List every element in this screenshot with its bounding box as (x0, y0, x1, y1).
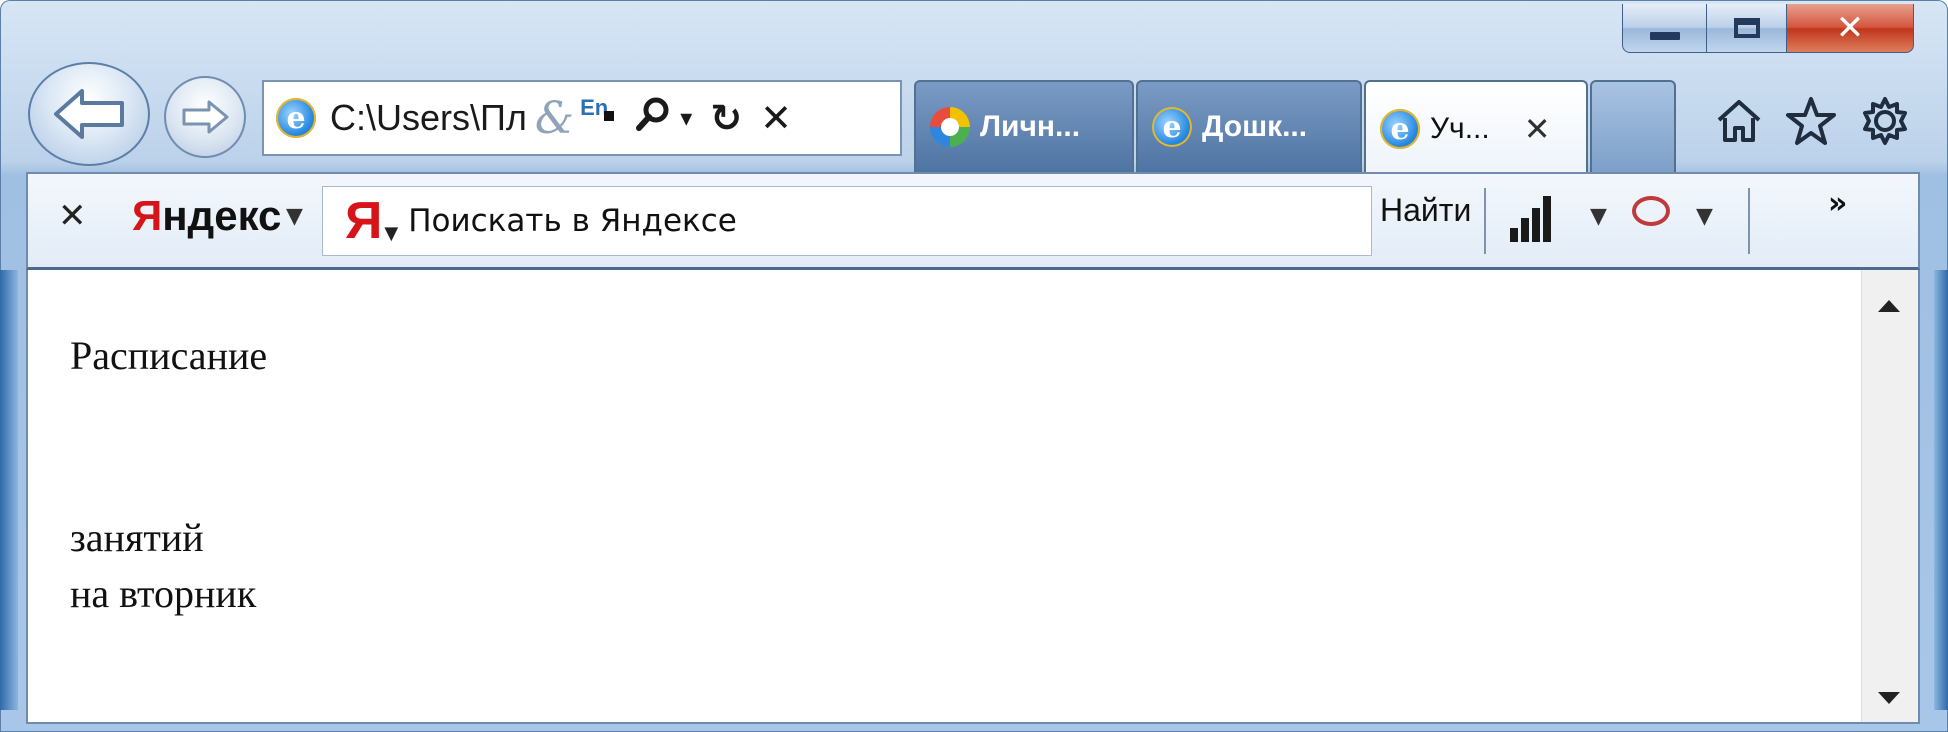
close-window-button[interactable]: ✕ (1786, 4, 1914, 53)
compatibility-icon[interactable]: & (535, 93, 574, 144)
yandex-toolbar: ✕ Яндекс ▼ Я ▼ Найти ▼ ▼ » (26, 172, 1920, 270)
page-content: Расписание занятий на вторник (26, 270, 1920, 724)
stop-icon[interactable]: ✕ (760, 96, 792, 140)
window-frame-left (0, 270, 18, 710)
search-icon[interactable] (636, 96, 670, 140)
yandex-search-icon: Я (345, 192, 383, 250)
toolbar-divider (1484, 188, 1486, 254)
close-tab-icon[interactable]: ✕ (1524, 110, 1551, 148)
toolbar-divider (1748, 188, 1750, 254)
back-arrow-icon (54, 89, 124, 139)
forward-arrow-icon (182, 100, 229, 134)
tab-label: Уч... (1430, 112, 1490, 145)
yandex-menu-dropdown-icon[interactable]: ▼ (286, 204, 303, 229)
settings-gear-icon[interactable] (1856, 92, 1914, 150)
search-engine-dropdown-icon[interactable]: ▼ (384, 223, 398, 244)
yandex-logo-button[interactable]: Яндекс (132, 192, 281, 240)
yandex-search-input[interactable] (408, 203, 1309, 239)
more-chevron-icon[interactable]: » (1828, 186, 1847, 221)
site-icon (930, 107, 970, 147)
new-tab-button[interactable] (1590, 80, 1676, 172)
yandex-logo-first-letter: Я (132, 192, 163, 239)
vertical-scrollbar[interactable] (1861, 270, 1918, 722)
back-button[interactable] (28, 62, 150, 166)
content-heading: Расписание (70, 333, 268, 378)
content-line-2: занятий (70, 515, 204, 560)
favorites-star-icon[interactable] (1782, 92, 1840, 150)
language-box-icon (604, 111, 615, 121)
home-icon[interactable] (1710, 92, 1768, 150)
tab-3-active[interactable]: e Уч... ✕ (1364, 80, 1588, 176)
notification-dropdown-icon[interactable]: ▼ (1696, 204, 1713, 229)
close-icon: ✕ (1835, 8, 1865, 48)
address-bar[interactable]: e C:\Users\Пл & En ▾ ↻ ✕ (262, 80, 902, 156)
tab-2[interactable]: e Дошк... (1136, 80, 1362, 172)
ie-page-icon: e (1380, 109, 1420, 149)
refresh-icon[interactable]: ↻ (710, 96, 742, 140)
scroll-down-arrow-icon[interactable] (1878, 692, 1900, 704)
address-text[interactable]: C:\Users\Пл (330, 97, 527, 139)
maximize-icon (1734, 18, 1760, 38)
content-line-3: на вторник (70, 571, 257, 616)
yandex-logo-rest: ндекс (162, 192, 282, 239)
forward-button[interactable] (164, 76, 246, 158)
signal-bars-icon[interactable] (1510, 194, 1554, 242)
maximize-button[interactable] (1706, 4, 1788, 53)
tab-label: Личн... (980, 110, 1081, 143)
window-frame-right (1934, 270, 1948, 710)
tab-1[interactable]: Личн... (914, 80, 1134, 172)
tab-label: Дошк... (1202, 110, 1308, 143)
toolbar-close-button[interactable]: ✕ (58, 196, 87, 236)
notification-bubble-icon[interactable] (1632, 196, 1670, 226)
search-dropdown-icon[interactable]: ▾ (680, 104, 692, 132)
ie-page-icon: e (1152, 107, 1192, 147)
browser-window: ✕ e C:\Users\Пл & En ▾ ↻ ✕ Личн... e Дош… (0, 0, 1948, 732)
yandex-search-box[interactable]: Я ▼ (322, 186, 1372, 256)
find-button[interactable]: Найти (1380, 192, 1471, 229)
language-badge[interactable]: En (580, 95, 618, 121)
minimize-button[interactable] (1622, 4, 1708, 53)
scroll-up-arrow-icon[interactable] (1878, 300, 1900, 312)
ie-page-icon: e (276, 98, 316, 138)
minimize-icon (1650, 32, 1680, 40)
signal-dropdown-icon[interactable]: ▼ (1590, 204, 1607, 229)
